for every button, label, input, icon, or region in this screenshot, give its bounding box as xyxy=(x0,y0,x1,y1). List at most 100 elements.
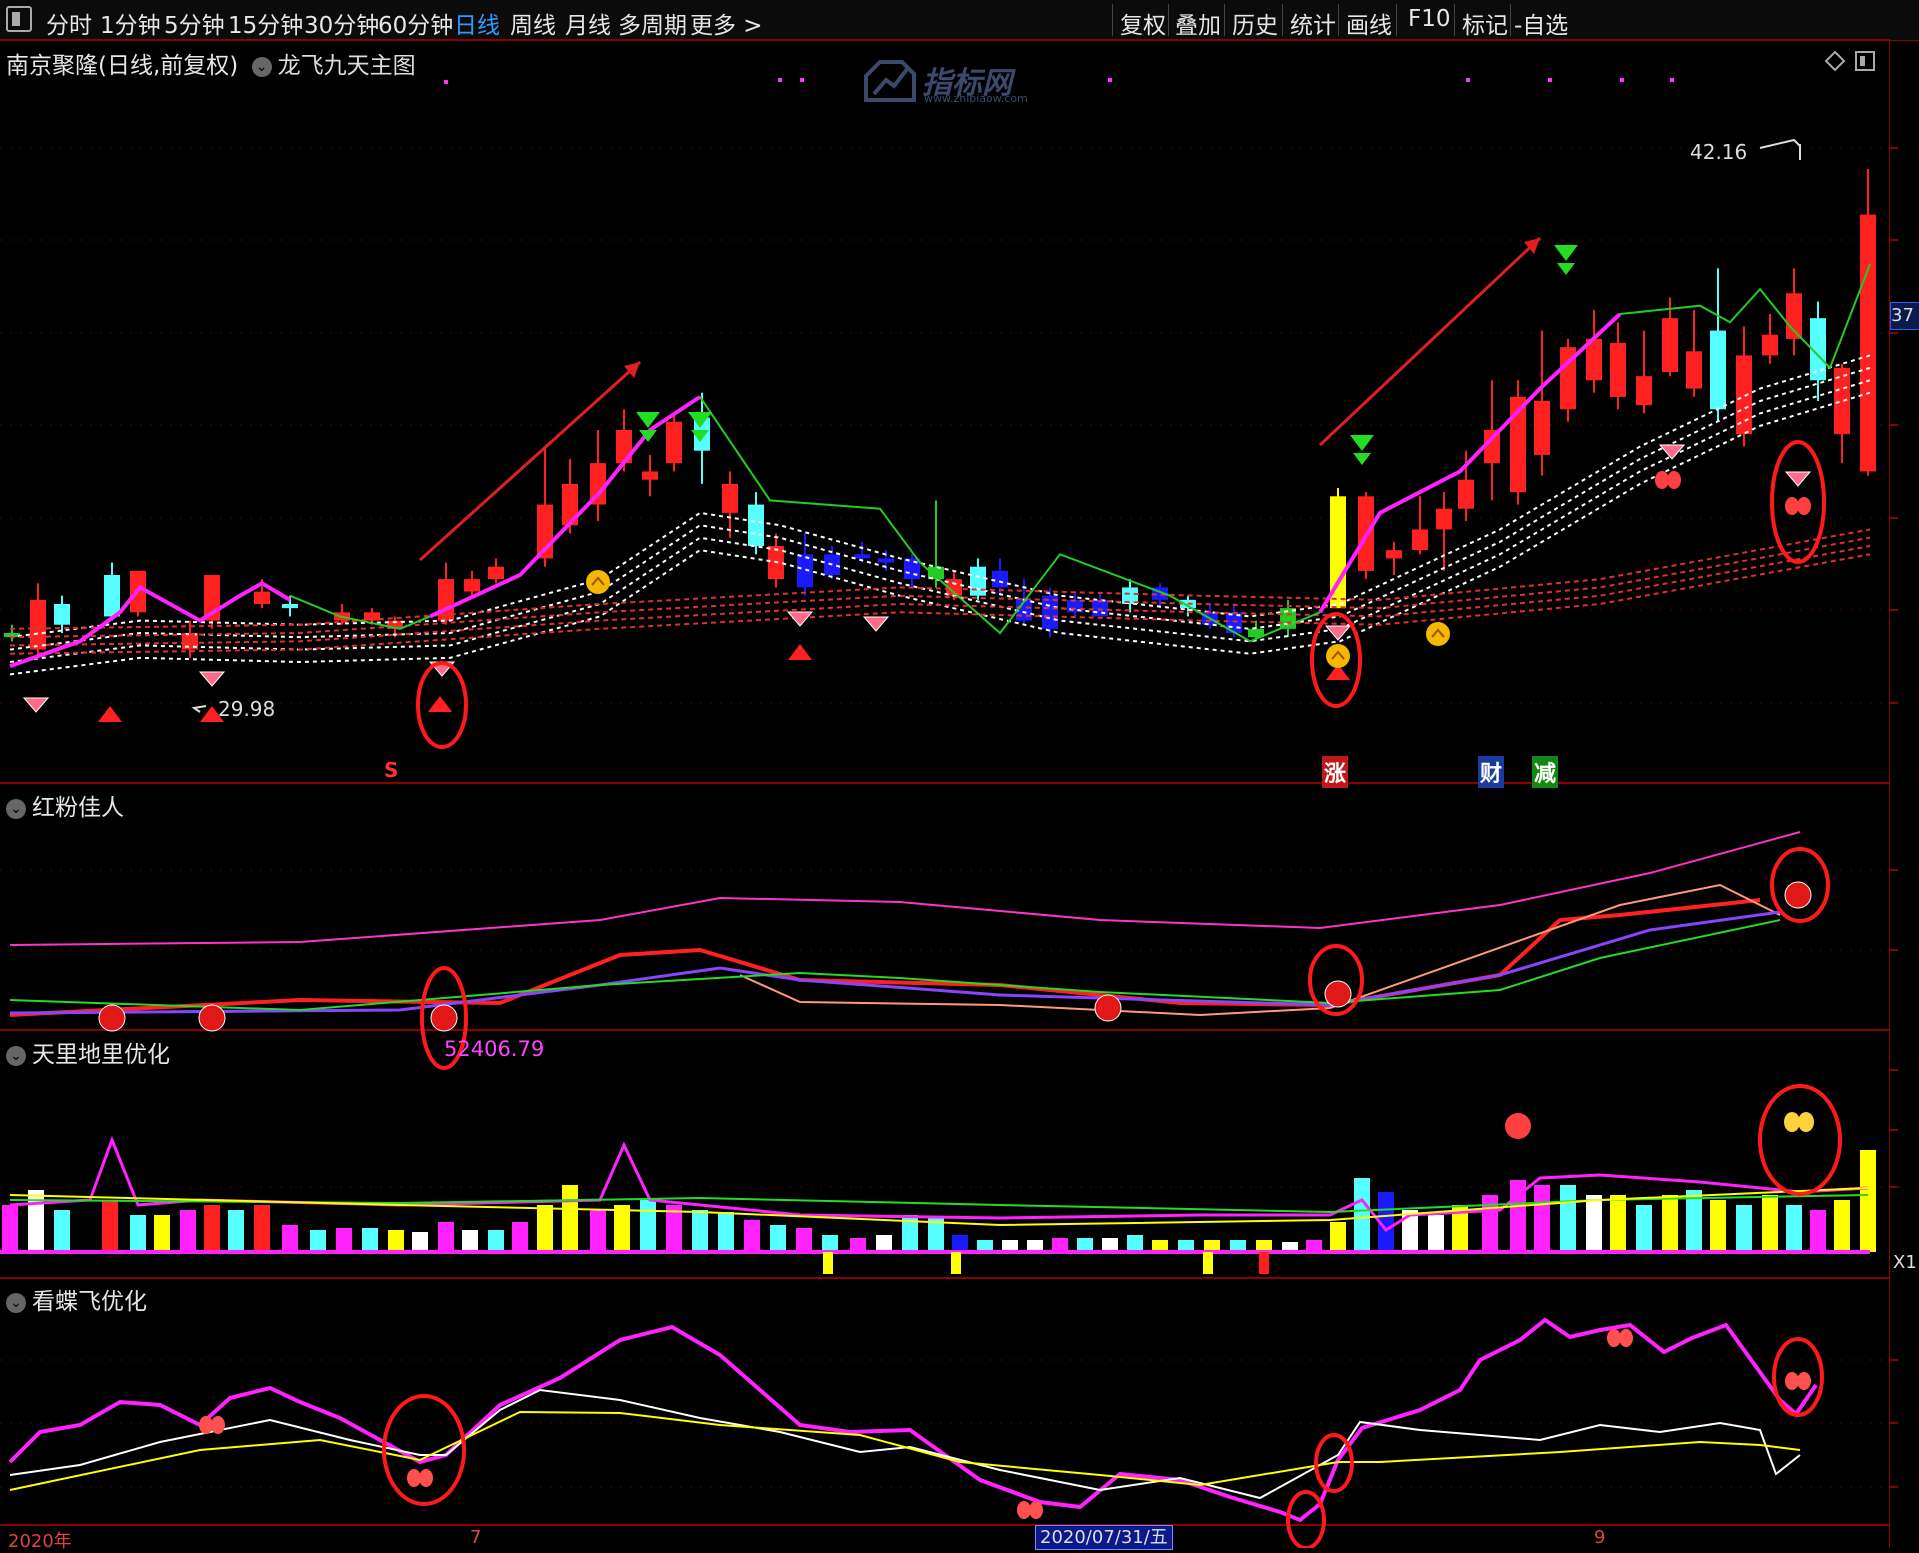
zhang-marker: 涨 xyxy=(1322,756,1349,788)
volume-bar xyxy=(1586,1195,1602,1252)
main-chart-title: 南京聚隆(日线,前复权) ⌄ 龙飞九天主图 xyxy=(6,46,416,80)
volume-bar xyxy=(336,1228,352,1252)
duo-badge-icon xyxy=(98,1004,126,1032)
volume-bar xyxy=(1736,1205,1752,1252)
volume-bar xyxy=(254,1205,270,1252)
chevron-down-icon[interactable]: ⌄ xyxy=(6,1292,26,1313)
candle-body xyxy=(797,554,813,588)
chevron-down-icon[interactable]: ⌄ xyxy=(6,798,26,819)
volume-bar xyxy=(640,1200,656,1252)
volume-bar xyxy=(1662,1195,1678,1252)
volume-bar xyxy=(1560,1185,1576,1252)
candle-body xyxy=(1092,599,1108,617)
ma-dashed-line xyxy=(9,354,1871,639)
candle-body xyxy=(282,604,298,609)
volume-bar xyxy=(1102,1238,1118,1252)
gem-icon xyxy=(198,671,226,687)
volume-neg-bar xyxy=(1259,1252,1269,1274)
gem-icon xyxy=(1784,471,1812,487)
chevron-down-icon[interactable]: ⌄ xyxy=(6,1045,26,1066)
volume-bar xyxy=(1482,1195,1498,1252)
volume-bar xyxy=(204,1205,220,1252)
volume-bar xyxy=(590,1210,606,1252)
candle-body xyxy=(1610,343,1626,397)
volume-bar xyxy=(876,1235,892,1252)
volume-bar xyxy=(462,1230,478,1252)
low-arrow xyxy=(191,705,207,713)
diamond-icon[interactable] xyxy=(1824,50,1846,72)
butterfly-icon xyxy=(211,1416,225,1434)
volume-bar xyxy=(1127,1235,1143,1252)
gem-icon xyxy=(22,697,50,713)
candle-body xyxy=(1736,355,1752,435)
signal-dot xyxy=(800,78,804,82)
cursor-date-box: 2020/07/31/五 xyxy=(1035,1525,1173,1550)
volume-bar xyxy=(1786,1205,1802,1252)
ma-dashed-line xyxy=(9,379,1871,663)
highlight-circle xyxy=(1286,1490,1326,1548)
volume-bar xyxy=(822,1235,838,1252)
duo-badge-icon xyxy=(198,1004,226,1032)
right-price-axis xyxy=(1889,40,1919,1548)
volume-bar xyxy=(1428,1215,1444,1252)
sell-triangle xyxy=(1554,245,1578,261)
candle-body xyxy=(1786,293,1802,339)
ball-icon xyxy=(1505,1113,1531,1139)
volume-bar xyxy=(692,1210,708,1252)
watermark-icon xyxy=(864,60,916,102)
candle-body xyxy=(1412,529,1428,551)
indicator-name[interactable]: 龙飞九天主图 xyxy=(278,53,416,79)
candle-body xyxy=(254,591,270,604)
volume-bar xyxy=(796,1228,812,1252)
panel4-name[interactable]: 看蝶飞优化 xyxy=(32,1289,147,1315)
volume-bar xyxy=(54,1210,70,1252)
volume-bar xyxy=(180,1210,196,1252)
volume-bar xyxy=(154,1215,170,1252)
volume-neg-bar xyxy=(1203,1252,1213,1274)
signal-dot xyxy=(1466,78,1470,82)
signal-dot xyxy=(1108,78,1112,82)
butterfly-icon xyxy=(1797,1372,1811,1390)
gem-icon xyxy=(1324,625,1352,641)
candle-body xyxy=(1860,214,1876,472)
volume-bar xyxy=(102,1200,118,1252)
volume-bar xyxy=(952,1235,968,1252)
panel2-title: ⌄ 红粉佳人 xyxy=(6,788,124,822)
p2-red-line xyxy=(9,898,1761,1017)
volume-bar xyxy=(1860,1150,1876,1252)
butterfly-icon xyxy=(1797,497,1811,515)
sell-triangle xyxy=(1353,453,1371,465)
candle-body xyxy=(54,604,70,625)
watermark-url: www.zhibiaow.com xyxy=(924,92,1028,105)
candle-body xyxy=(1762,334,1778,356)
candle-body xyxy=(1436,508,1452,530)
volume-bar xyxy=(1810,1210,1826,1252)
volume-bar xyxy=(1834,1200,1850,1252)
chevron-down-icon[interactable]: ⌄ xyxy=(251,56,272,77)
volume-bar xyxy=(1636,1205,1652,1252)
butterfly-icon xyxy=(1655,471,1669,489)
volume-bar xyxy=(362,1228,378,1252)
highlight-circle xyxy=(1758,1084,1842,1196)
candle-body xyxy=(642,471,658,480)
candle-body xyxy=(854,554,870,559)
panel4-title: ⌄ 看蝶飞优化 xyxy=(6,1282,147,1316)
panel2-name[interactable]: 红粉佳人 xyxy=(32,795,124,821)
trend-arrow xyxy=(1318,236,1542,447)
buy-triangle xyxy=(788,644,812,660)
axis-year-label: 2020年 xyxy=(8,1531,72,1552)
volume-bar xyxy=(388,1230,404,1252)
panel3-name[interactable]: 天里地里优化 xyxy=(32,1042,170,1068)
volume-bar xyxy=(438,1222,454,1252)
candle-body xyxy=(1636,376,1652,406)
volume-bar xyxy=(537,1205,553,1252)
candle-body xyxy=(488,566,504,580)
p4-yellow-line xyxy=(9,1410,1801,1491)
volume-bar xyxy=(512,1222,528,1252)
chart-option-icons xyxy=(1824,50,1875,72)
volume-bar xyxy=(228,1210,244,1252)
volume-value: 52406.79 xyxy=(444,1037,545,1061)
candle-body xyxy=(904,558,920,580)
volume-bar xyxy=(412,1232,428,1252)
volume-bar xyxy=(562,1185,578,1252)
